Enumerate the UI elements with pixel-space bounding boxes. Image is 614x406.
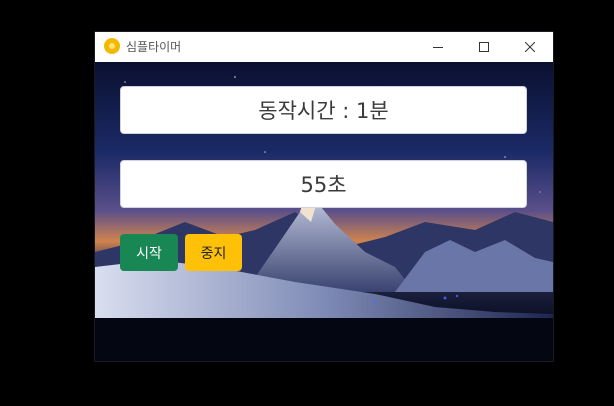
maximize-icon xyxy=(479,42,489,52)
close-icon xyxy=(525,42,535,52)
duration-display[interactable]: 동작시간 : 1분 xyxy=(120,86,527,134)
minimize-button[interactable] xyxy=(415,32,461,62)
title-bar[interactable]: 심플타이머 xyxy=(95,32,553,62)
stop-button[interactable]: 중지 xyxy=(185,234,242,271)
app-window: 심플타이머 동작시간: 1분 55초 시작 중지 xyxy=(95,32,553,361)
app-timer-icon xyxy=(104,38,120,54)
close-button[interactable] xyxy=(507,32,553,62)
maximize-button[interactable] xyxy=(461,32,507,62)
start-button[interactable]: 시작 xyxy=(120,234,178,271)
remaining-time-display[interactable]: 55초 xyxy=(120,160,527,208)
minimize-icon xyxy=(433,47,443,48)
main-content: 동작시간 : 1분 55초 시작 중지 xyxy=(95,62,553,361)
window-title: 심플타이머 xyxy=(126,40,182,54)
